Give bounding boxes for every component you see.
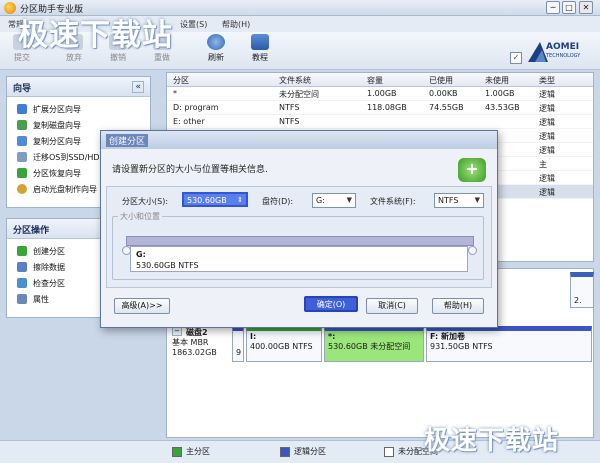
ok-button[interactable]: 确定(O) <box>304 296 358 312</box>
tutorial-button[interactable]: 教程 <box>244 34 276 68</box>
legend-primary-swatch <box>172 447 182 457</box>
table-cell-cap: 1.00GB <box>367 89 397 98</box>
legend-unallocated-swatch <box>384 447 394 457</box>
disk2-partition-i[interactable]: I: 400.00GB NTFS <box>246 326 322 362</box>
col-used[interactable]: 已使用 <box>429 75 453 86</box>
properties-icon <box>17 294 27 304</box>
table-row[interactable]: * 未分配空间 1.00GB 0.00KB 1.00GB 逻辑 <box>167 87 593 101</box>
advanced-button[interactable]: 高级(A)>> <box>114 298 170 314</box>
refresh-icon <box>207 34 225 50</box>
spin-arrows-icon: ⇕ <box>237 196 243 204</box>
filesystem-label: 文件系统(F): <box>370 197 416 206</box>
table-cell-used: 74.55GB <box>429 103 464 112</box>
table-cell-name: * <box>173 89 177 98</box>
disk2-size: 1863.02GB <box>172 348 217 357</box>
table-row[interactable]: D: program NTFS 118.08GB 74.55GB 43.53GB 逻辑 <box>167 101 593 115</box>
wipe-icon <box>17 262 27 272</box>
app-icon <box>4 2 16 14</box>
extend-icon <box>17 104 27 114</box>
table-row[interactable]: E: other NTFS 逻辑 <box>167 115 593 129</box>
menu-settings[interactable]: 设置(S) <box>180 19 207 30</box>
table-cell-name: D: program <box>173 103 219 112</box>
logo-text: AOMEI <box>546 42 580 52</box>
table-cell-free: 43.53GB <box>485 103 520 112</box>
disk2-type: 基本 MBR <box>172 338 209 347</box>
col-filesystem[interactable]: 文件系统 <box>279 75 311 86</box>
table-cell-fs: NTFS <box>279 103 300 112</box>
table-cell-type: 逻辑 <box>539 90 555 99</box>
partition-slider-track[interactable] <box>126 236 474 246</box>
col-free[interactable]: 未使用 <box>485 75 509 86</box>
table-cell-type: 逻辑 <box>539 118 555 127</box>
disk2-partition-f[interactable]: F: 新加卷 931.50GB NTFS <box>426 326 592 362</box>
disk2-partition-unallocated[interactable]: *: 530.60GB 未分配空间 <box>324 326 424 362</box>
disk2-name: 磁盘2 <box>186 328 208 337</box>
drive-letter-select[interactable]: G: ▼ <box>312 193 356 208</box>
legend-logical: 逻辑分区 <box>294 447 326 456</box>
copy-disk-icon <box>17 120 27 130</box>
table-cell-name: E: other <box>173 117 205 126</box>
size-label: 分区大小(S): <box>122 197 169 206</box>
table-cell-type: 逻辑 <box>539 188 555 197</box>
dialog-title-bar <box>101 131 497 149</box>
boot-cd-icon <box>17 184 27 194</box>
table-cell-type: 主 <box>539 160 547 169</box>
menu-help[interactable]: 帮助(H) <box>222 19 250 30</box>
recovery-icon <box>17 168 27 178</box>
wizard-panel-header: 向导 « <box>7 77 150 97</box>
drive-letter-label: 盘符(D): <box>262 197 294 206</box>
size-location-label: 大小和位置 <box>118 211 162 222</box>
help-button[interactable]: 帮助(H) <box>432 298 484 314</box>
table-cell-type: 逻辑 <box>539 104 555 113</box>
table-cell-fs: 未分配空间 <box>279 90 319 99</box>
tutorial-icon <box>251 34 269 50</box>
table-cell-fs: NTFS <box>279 117 300 126</box>
table-header: 分区 文件系统 容量 已使用 未使用 类型 <box>167 73 593 87</box>
watermark-bottom: 极速下载站 <box>424 426 560 456</box>
dropdown-arrow-icon: ▼ <box>474 196 480 204</box>
migrate-icon <box>17 152 27 162</box>
collapse-button[interactable]: « <box>132 81 144 93</box>
add-partition-icon: + <box>458 158 486 182</box>
partition-size-input[interactable]: 530.60GB ⇕ <box>182 192 248 207</box>
table-cell-type: 逻辑 <box>539 146 555 155</box>
maximize-button[interactable]: □ <box>562 1 576 14</box>
table-cell-free: 1.00GB <box>485 89 515 98</box>
new-partition-preview: G: 530.60GB NTFS <box>130 246 468 272</box>
cancel-button[interactable]: 取消(C) <box>366 298 418 314</box>
check-icon <box>17 278 27 288</box>
dialog-title: 创建分区 <box>106 134 149 147</box>
settings-check-icon[interactable]: ✓ <box>510 52 522 64</box>
disk2-info[interactable]: 磁盘2 基本 MBR 1863.02GB <box>172 328 238 362</box>
table-cell-cap: 118.08GB <box>367 103 407 112</box>
logo-subtext: TECHNOLOGY <box>546 53 581 59</box>
wizard-extend-partition[interactable]: 扩展分区向导 <box>7 101 150 117</box>
refresh-button[interactable]: 刷新 <box>200 34 232 68</box>
table-cell-type: 逻辑 <box>539 174 555 183</box>
dropdown-arrow-icon: ▼ <box>346 196 352 204</box>
dialog-description: 请设置新分区的大小与位置等相关信息. <box>112 165 268 175</box>
create-icon <box>17 246 27 256</box>
filesystem-select[interactable]: NTFS ▼ <box>434 193 484 208</box>
slider-right-handle[interactable] <box>468 246 477 255</box>
col-partition[interactable]: 分区 <box>173 75 189 86</box>
col-type[interactable]: 类型 <box>539 75 555 86</box>
close-button[interactable]: ✕ <box>579 1 593 14</box>
disk1-partition-stub[interactable]: 2. <box>570 272 594 308</box>
legend-logical-swatch <box>280 447 290 457</box>
copy-partition-icon <box>17 136 27 146</box>
col-capacity[interactable]: 容量 <box>367 75 383 86</box>
table-cell-type: 逻辑 <box>539 132 555 141</box>
disk2-small-partition[interactable]: 9 <box>232 326 244 362</box>
minimize-button[interactable]: ─ <box>546 1 560 14</box>
legend-primary: 主分区 <box>186 447 210 456</box>
watermark-top: 极速下载站 <box>18 18 173 53</box>
table-cell-used: 0.00KB <box>429 89 458 98</box>
